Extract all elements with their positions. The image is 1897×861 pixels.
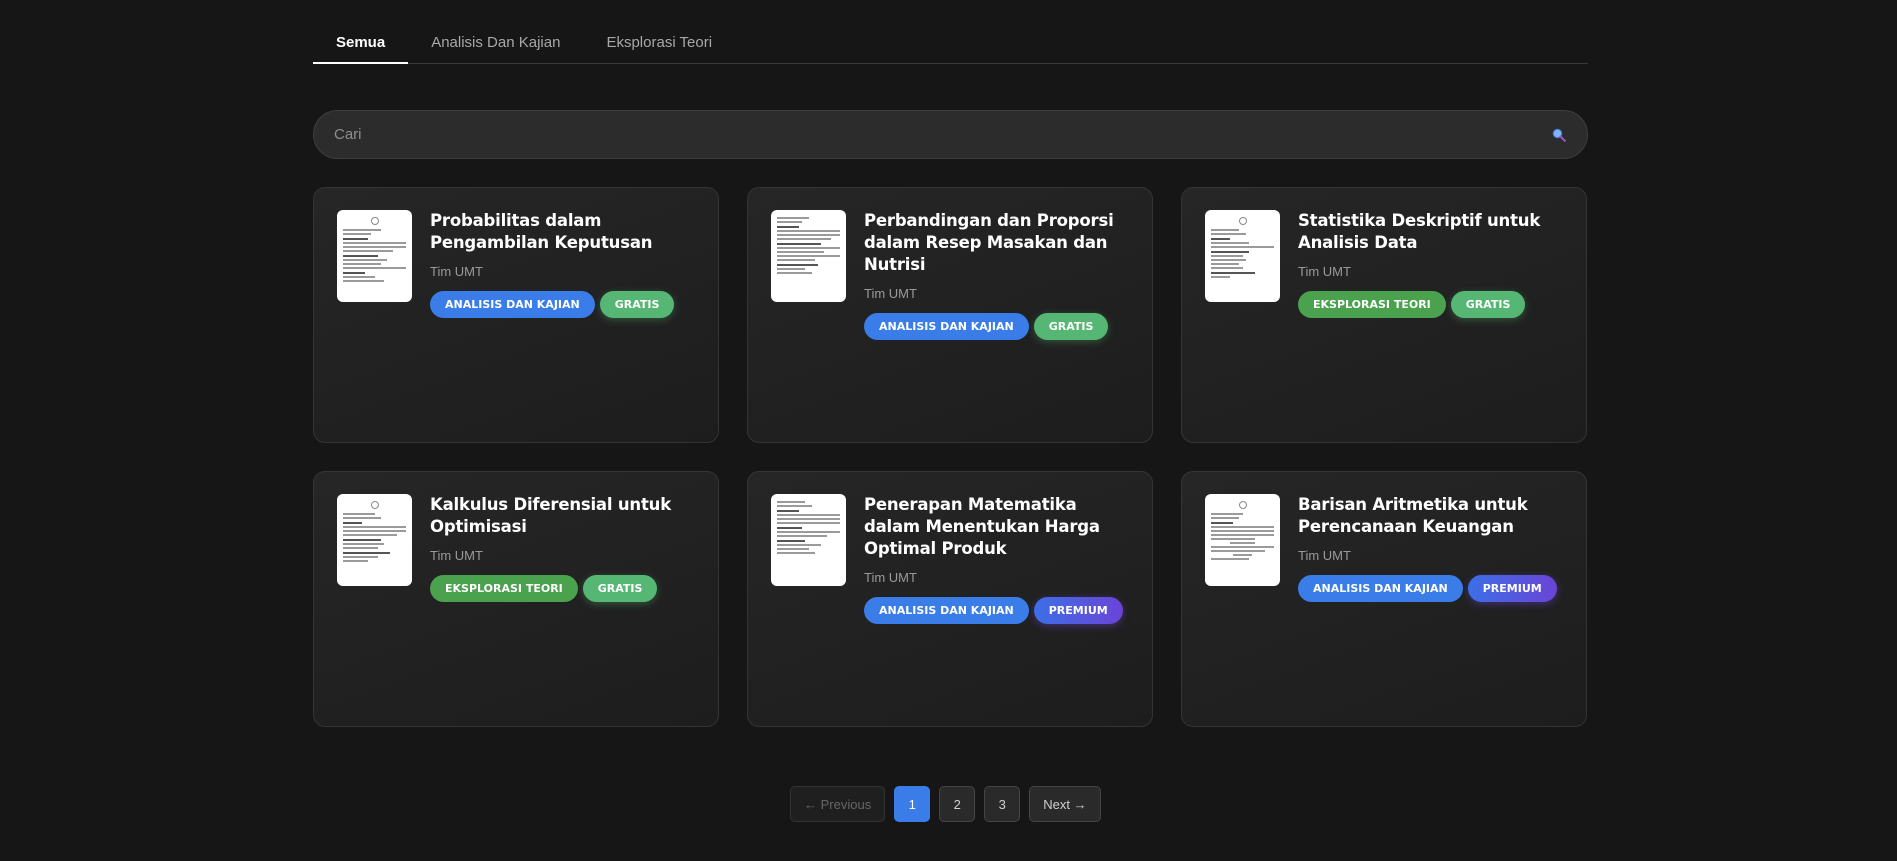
document-card[interactable]: Kalkulus Diferensial untuk Optimisasi Ti… [313, 471, 719, 727]
document-thumbnail [771, 494, 846, 586]
document-thumbnail [771, 210, 846, 302]
page-button-1[interactable]: 1 [894, 786, 931, 822]
document-author: Tim UMT [1298, 264, 1351, 279]
category-badge: ANALISIS DAN KAJIAN [864, 313, 1029, 340]
category-badge: ANALISIS DAN KAJIAN [430, 291, 595, 318]
tab-semua[interactable]: Semua [313, 0, 409, 64]
library-container: Semua Analisis Dan Kajian Eksplorasi Teo… [313, 0, 1588, 727]
document-thumbnail [1205, 494, 1280, 586]
document-card[interactable]: Probabilitas dalam Pengambilan Keputusan… [313, 187, 719, 443]
document-title[interactable]: Statistika Deskriptif untuk Analisis Dat… [1298, 210, 1563, 254]
document-title[interactable]: Perbandingan dan Proporsi dalam Resep Ma… [864, 210, 1129, 276]
document-thumbnail [337, 494, 412, 586]
search-input[interactable] [334, 126, 1551, 143]
document-card[interactable]: Barisan Aritmetika untuk Perencanaan Keu… [1181, 471, 1587, 727]
previous-page-button[interactable]: ← Previous [790, 786, 886, 822]
tab-analisis-dan-kajian[interactable]: Analisis Dan Kajian [408, 0, 583, 63]
tab-eksplorasi-teori[interactable]: Eksplorasi Teori [583, 0, 735, 63]
document-card[interactable]: Perbandingan dan Proporsi dalam Resep Ma… [747, 187, 1153, 443]
document-author: Tim UMT [864, 286, 917, 301]
page-button-3[interactable]: 3 [984, 786, 1021, 822]
search-bar [313, 110, 1588, 159]
category-badge: ANALISIS DAN KAJIAN [1298, 575, 1463, 602]
pagination: ← Previous 1 2 3 Next → [790, 786, 1101, 822]
document-thumbnail [337, 210, 412, 302]
document-title[interactable]: Penerapan Matematika dalam Menentukan Ha… [864, 494, 1129, 560]
price-badge: GRATIS [599, 291, 675, 318]
category-badge: EKSPLORASI TEORI [1298, 291, 1446, 318]
search-icon[interactable] [1551, 127, 1567, 143]
document-author: Tim UMT [430, 548, 483, 563]
price-badge: PREMIUM [1467, 575, 1557, 602]
document-author: Tim UMT [430, 264, 483, 279]
document-title[interactable]: Probabilitas dalam Pengambilan Keputusan [430, 210, 695, 254]
category-badge: EKSPLORASI TEORI [430, 575, 578, 602]
document-thumbnail [1205, 210, 1280, 302]
document-grid: Probabilitas dalam Pengambilan Keputusan… [313, 187, 1588, 727]
document-title[interactable]: Barisan Aritmetika untuk Perencanaan Keu… [1298, 494, 1563, 538]
document-author: Tim UMT [864, 570, 917, 585]
category-tabs: Semua Analisis Dan Kajian Eksplorasi Teo… [313, 0, 1588, 64]
next-page-button[interactable]: Next → [1029, 786, 1101, 822]
price-badge: GRATIS [582, 575, 658, 602]
document-author: Tim UMT [1298, 548, 1351, 563]
price-badge: GRATIS [1033, 313, 1109, 340]
category-badge: ANALISIS DAN KAJIAN [864, 597, 1029, 624]
page-button-2[interactable]: 2 [939, 786, 976, 822]
document-title[interactable]: Kalkulus Diferensial untuk Optimisasi [430, 494, 695, 538]
document-card[interactable]: Statistika Deskriptif untuk Analisis Dat… [1181, 187, 1587, 443]
price-badge: PREMIUM [1033, 597, 1123, 624]
document-card[interactable]: Penerapan Matematika dalam Menentukan Ha… [747, 471, 1153, 727]
price-badge: GRATIS [1450, 291, 1526, 318]
